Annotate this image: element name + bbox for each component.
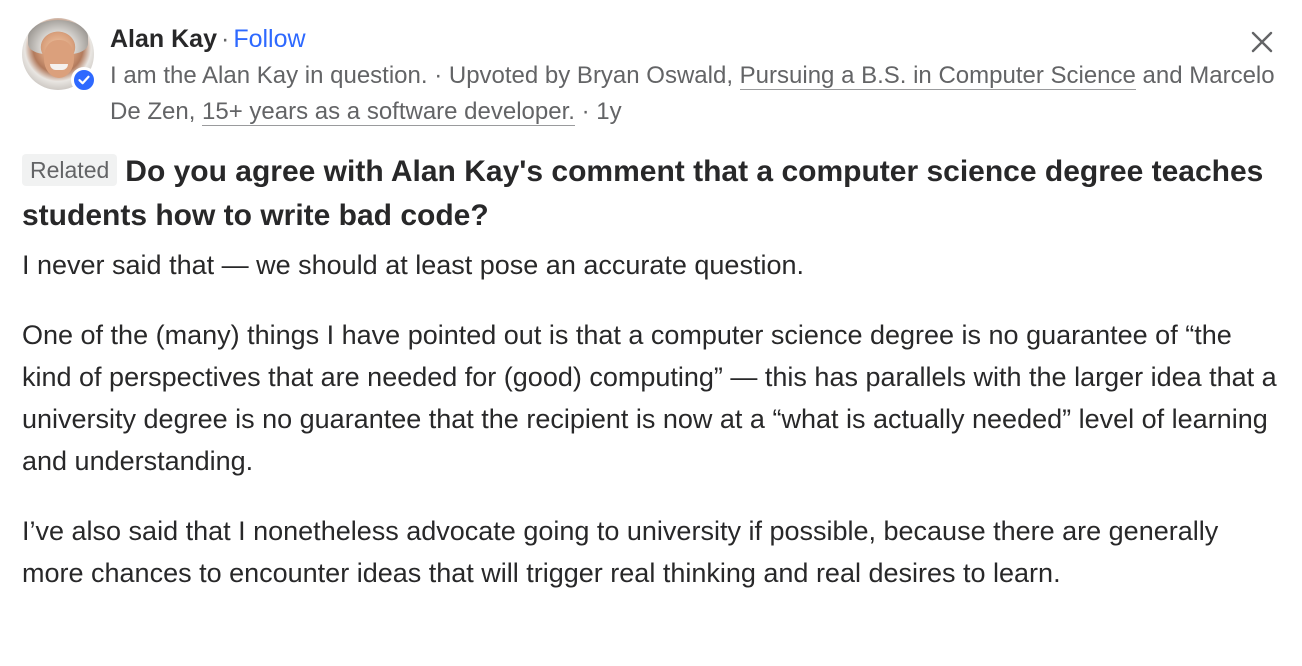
related-tag: Related xyxy=(22,154,118,186)
upvoter-credential-link[interactable]: 15+ years as a software developer. xyxy=(202,98,575,126)
verified-check-icon xyxy=(71,67,97,93)
author-name-row: Alan Kay · Follow xyxy=(110,20,1280,58)
question-text[interactable]: Do you agree with Alan Kay's comment tha… xyxy=(22,155,1263,232)
answer-age: · 1y xyxy=(574,98,622,125)
answer-paragraph: I’ve also said that I nonetheless advoca… xyxy=(22,516,1219,588)
follow-button[interactable]: Follow xyxy=(233,25,305,53)
author-name[interactable]: Alan Kay xyxy=(110,25,217,53)
author-avatar[interactable] xyxy=(22,18,97,93)
answer-paragraph: One of the (many) things I have pointed … xyxy=(22,320,1277,476)
answer-body: I never said that — we should at least p… xyxy=(22,244,1280,594)
question-title[interactable]: Related Do you agree with Alan Kay's comm… xyxy=(22,150,1280,238)
separator-dot: · xyxy=(220,25,230,53)
avatar-face xyxy=(44,40,74,78)
answer-card: Alan Kay · Follow I am the Alan Kay in que… xyxy=(0,0,1302,666)
upvoter-credential-link[interactable]: Pursuing a B.S. in Computer Science xyxy=(739,62,1136,90)
author-meta: Alan Kay · Follow I am the Alan Kay in que… xyxy=(110,20,1280,130)
credential-prefix: I am the Alan Kay in question. · Upvoted… xyxy=(110,62,740,89)
answer-paragraph: I never said that — we should at least p… xyxy=(22,250,804,280)
close-button[interactable] xyxy=(1244,24,1280,60)
answer-header: Alan Kay · Follow I am the Alan Kay in que… xyxy=(22,18,1280,136)
author-credentials: I am the Alan Kay in question. · Upvoted… xyxy=(110,58,1280,130)
close-icon xyxy=(1251,31,1273,53)
